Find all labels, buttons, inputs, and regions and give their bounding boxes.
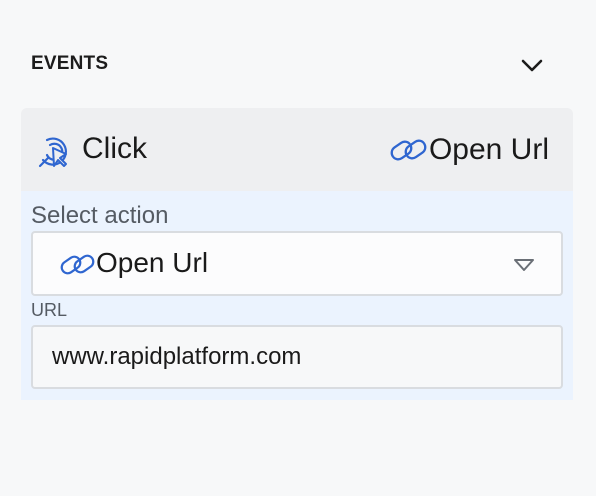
cursor-click-icon [38,137,67,168]
action-summary-label: Open Url [428,133,549,166]
events-section-title: EVENTS [31,53,109,74]
event-details-panel: Select action Open Url URL [21,191,573,400]
events-section-header[interactable]: EVENTS [31,50,551,80]
action-summary: Open Url [389,132,549,168]
chevron-down-icon[interactable] [519,52,545,78]
event-card-header[interactable]: Click Open Url [21,108,573,191]
select-action-label: Select action [31,202,169,229]
action-select[interactable]: Open Url [31,231,563,296]
action-select-value: Open Url [96,247,209,278]
caret-down-icon[interactable] [513,257,535,273]
url-label: URL [31,300,68,320]
link-icon [390,139,427,161]
url-input[interactable] [31,325,563,389]
trigger-label: Click [82,132,147,165]
link-icon [60,254,95,275]
